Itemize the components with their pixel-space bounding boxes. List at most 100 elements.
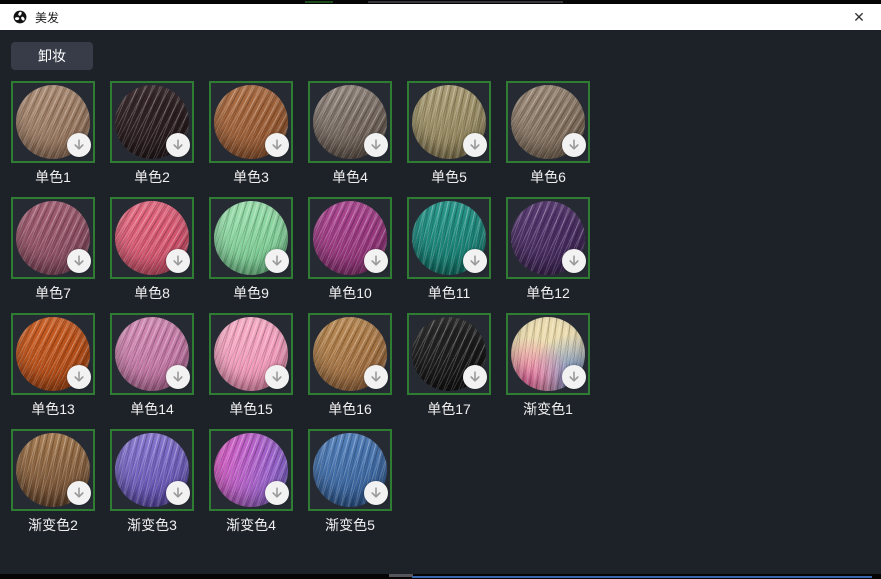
hair-swatch[interactable] xyxy=(506,81,590,163)
download-badge[interactable] xyxy=(67,365,91,389)
download-icon xyxy=(72,254,86,268)
remove-makeup-button[interactable]: 卸妆 xyxy=(11,42,93,70)
background-artifact xyxy=(389,574,413,577)
swatch-item: 单色14 xyxy=(110,313,194,418)
download-icon xyxy=(369,486,383,500)
hair-swatch[interactable] xyxy=(110,429,194,511)
hair-swatch[interactable] xyxy=(209,429,293,511)
download-badge[interactable] xyxy=(562,365,586,389)
download-badge[interactable] xyxy=(463,133,487,157)
app-window: 美发 ✕ 卸妆 单色1 单色2 xyxy=(0,0,881,579)
download-badge[interactable] xyxy=(364,133,388,157)
background-artifact xyxy=(368,1,563,3)
download-badge[interactable] xyxy=(364,249,388,273)
swatch-label: 单色16 xyxy=(308,401,392,418)
swatch-label: 单色12 xyxy=(506,285,590,302)
swatch-label: 单色6 xyxy=(506,169,590,186)
swatch-label: 单色9 xyxy=(209,285,293,302)
hair-swatch[interactable] xyxy=(209,313,293,395)
hair-swatch[interactable] xyxy=(308,81,392,163)
swatch-label: 单色4 xyxy=(308,169,392,186)
background-slider-track xyxy=(412,576,872,578)
hair-swatch[interactable] xyxy=(407,313,491,395)
background-window-bottom-sliver xyxy=(0,574,881,579)
close-button[interactable]: ✕ xyxy=(845,4,873,30)
swatch-item: 单色7 xyxy=(11,197,95,302)
download-icon xyxy=(468,138,482,152)
swatch-label: 渐变色1 xyxy=(506,401,590,418)
swatch-label: 单色5 xyxy=(407,169,491,186)
download-badge[interactable] xyxy=(562,133,586,157)
download-icon xyxy=(369,370,383,384)
swatch-item: 单色3 xyxy=(209,81,293,186)
swatch-label: 单色7 xyxy=(11,285,95,302)
download-badge[interactable] xyxy=(463,365,487,389)
swatch-label: 单色10 xyxy=(308,285,392,302)
download-badge[interactable] xyxy=(166,365,190,389)
obs-logo-icon xyxy=(13,10,27,24)
download-badge[interactable] xyxy=(562,249,586,273)
hair-swatch[interactable] xyxy=(110,81,194,163)
swatch-label: 单色2 xyxy=(110,169,194,186)
hair-swatch[interactable] xyxy=(407,197,491,279)
download-badge[interactable] xyxy=(166,133,190,157)
download-badge[interactable] xyxy=(166,249,190,273)
hair-swatch[interactable] xyxy=(110,313,194,395)
download-icon xyxy=(567,254,581,268)
hair-swatch[interactable] xyxy=(506,197,590,279)
download-icon xyxy=(468,254,482,268)
download-icon xyxy=(468,370,482,384)
swatch-item: 渐变色1 xyxy=(506,313,590,418)
hair-swatch[interactable] xyxy=(209,81,293,163)
swatch-item: 单色4 xyxy=(308,81,392,186)
hair-swatch[interactable] xyxy=(11,81,95,163)
download-icon xyxy=(72,138,86,152)
download-icon xyxy=(567,138,581,152)
swatch-label: 单色15 xyxy=(209,401,293,418)
swatch-item: 单色6 xyxy=(506,81,590,186)
hair-swatch[interactable] xyxy=(308,197,392,279)
swatch-label: 渐变色4 xyxy=(209,517,293,534)
download-icon xyxy=(270,254,284,268)
dialog-titlebar: 美发 ✕ xyxy=(0,4,881,30)
swatch-grid: 单色1 单色2 单色3 xyxy=(11,81,590,534)
hair-swatch[interactable] xyxy=(110,197,194,279)
swatch-item: 单色2 xyxy=(110,81,194,186)
hair-swatch[interactable] xyxy=(11,429,95,511)
download-badge[interactable] xyxy=(364,481,388,505)
swatch-item: 单色1 xyxy=(11,81,95,186)
download-badge[interactable] xyxy=(67,133,91,157)
download-badge[interactable] xyxy=(265,481,289,505)
hair-swatch[interactable] xyxy=(407,81,491,163)
download-icon xyxy=(270,138,284,152)
download-icon xyxy=(270,370,284,384)
dialog-body: 卸妆 单色1 单色2 xyxy=(0,30,881,574)
swatch-label: 单色13 xyxy=(11,401,95,418)
download-badge[interactable] xyxy=(265,365,289,389)
swatch-item: 单色13 xyxy=(11,313,95,418)
download-icon xyxy=(171,138,185,152)
swatch-item: 渐变色4 xyxy=(209,429,293,534)
download-badge[interactable] xyxy=(166,481,190,505)
background-artifact xyxy=(305,1,333,3)
download-badge[interactable] xyxy=(265,249,289,273)
download-icon xyxy=(270,486,284,500)
download-badge[interactable] xyxy=(67,481,91,505)
swatch-label: 渐变色3 xyxy=(110,517,194,534)
download-icon xyxy=(369,254,383,268)
download-badge[interactable] xyxy=(67,249,91,273)
hair-swatch[interactable] xyxy=(506,313,590,395)
hair-swatch[interactable] xyxy=(11,197,95,279)
download-icon xyxy=(72,486,86,500)
hair-swatch[interactable] xyxy=(308,429,392,511)
download-badge[interactable] xyxy=(463,249,487,273)
swatch-item: 单色11 xyxy=(407,197,491,302)
swatch-label: 单色8 xyxy=(110,285,194,302)
download-badge[interactable] xyxy=(364,365,388,389)
hair-swatch[interactable] xyxy=(308,313,392,395)
swatch-label: 单色14 xyxy=(110,401,194,418)
swatch-item: 单色5 xyxy=(407,81,491,186)
download-badge[interactable] xyxy=(265,133,289,157)
hair-swatch[interactable] xyxy=(209,197,293,279)
hair-swatch[interactable] xyxy=(11,313,95,395)
